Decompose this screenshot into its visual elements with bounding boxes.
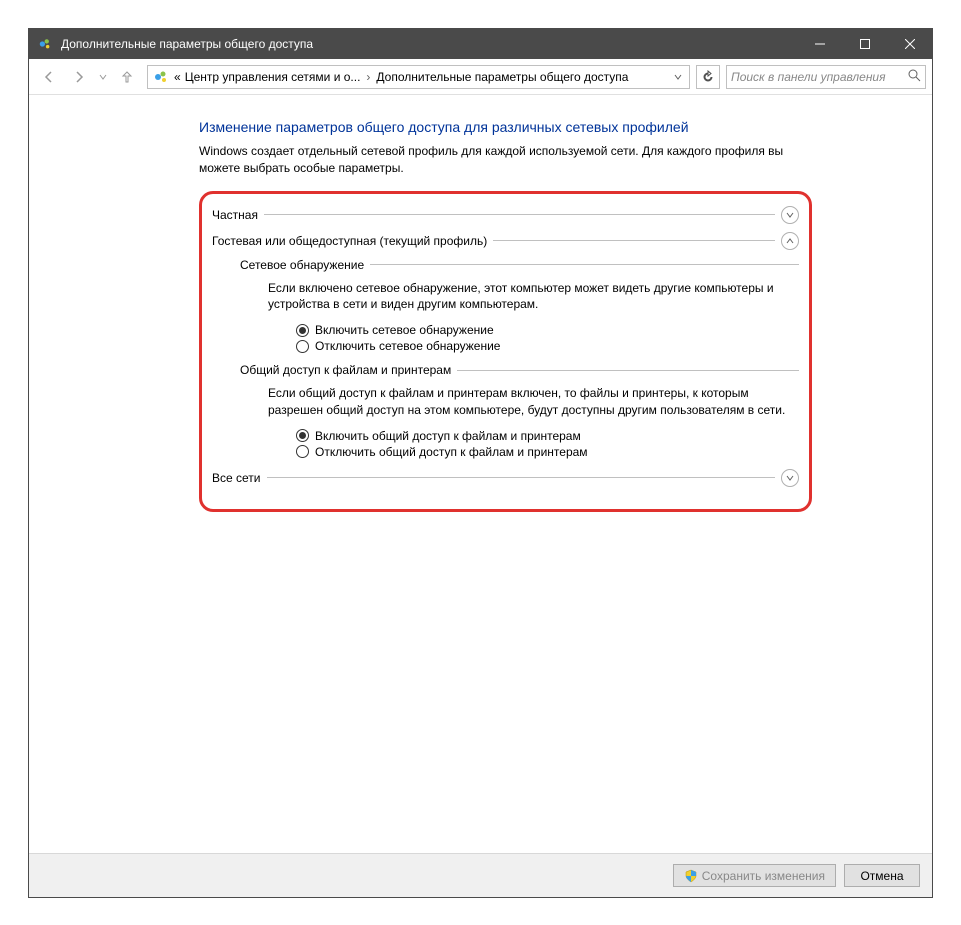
close-button[interactable] bbox=[887, 29, 932, 59]
expand-icon[interactable] bbox=[781, 469, 799, 487]
section-description: Если включено сетевое обнаружение, этот … bbox=[268, 280, 799, 314]
page-description: Windows создает отдельный сетевой профил… bbox=[199, 143, 812, 177]
section-description: Если общий доступ к файлам и принтерам в… bbox=[268, 385, 799, 419]
titlebar: Дополнительные параметры общего доступа bbox=[29, 29, 932, 59]
breadcrumb-item[interactable]: Дополнительные параметры общего доступа bbox=[374, 70, 630, 84]
radio-network-discovery-on[interactable]: Включить сетевое обнаружение bbox=[296, 323, 799, 337]
breadcrumb-item[interactable]: Центр управления сетями и о... bbox=[183, 70, 363, 84]
radio-label: Включить сетевое обнаружение bbox=[315, 323, 494, 337]
radio-icon bbox=[296, 324, 309, 337]
profile-private-label: Частная bbox=[212, 208, 264, 222]
up-button[interactable] bbox=[113, 63, 141, 91]
radio-file-sharing-off[interactable]: Отключить общий доступ к файлам и принте… bbox=[296, 445, 799, 459]
history-dropdown[interactable] bbox=[95, 63, 111, 91]
content-area: Изменение параметров общего доступа для … bbox=[29, 95, 932, 853]
collapse-icon[interactable] bbox=[781, 232, 799, 250]
refresh-button[interactable] bbox=[696, 65, 720, 89]
profile-private-header[interactable]: Частная bbox=[212, 206, 799, 224]
section-file-sharing: Общий доступ к файлам и принтерам Если о… bbox=[240, 363, 799, 459]
expand-icon[interactable] bbox=[781, 206, 799, 224]
profile-guest-label: Гостевая или общедоступная (текущий проф… bbox=[212, 234, 493, 248]
radio-icon bbox=[296, 340, 309, 353]
app-icon bbox=[37, 36, 53, 52]
window-frame: Дополнительные параметры общего доступа bbox=[28, 28, 933, 898]
cancel-button-label: Отмена bbox=[860, 869, 903, 883]
radio-label: Отключить общий доступ к файлам и принте… bbox=[315, 445, 588, 459]
profile-all-header[interactable]: Все сети bbox=[212, 469, 799, 487]
search-icon bbox=[908, 69, 921, 85]
navigation-bar: « Центр управления сетями и о... › Допол… bbox=[29, 59, 932, 95]
shield-icon bbox=[684, 869, 698, 883]
back-button[interactable] bbox=[35, 63, 63, 91]
highlighted-region: Частная Гостевая или общедоступная (теку… bbox=[199, 191, 812, 512]
save-button[interactable]: Сохранить изменения bbox=[673, 864, 836, 887]
maximize-button[interactable] bbox=[842, 29, 887, 59]
breadcrumb-prefix: « bbox=[172, 70, 183, 84]
cancel-button[interactable]: Отмена bbox=[844, 864, 920, 887]
section-title: Сетевое обнаружение bbox=[240, 258, 370, 272]
radio-file-sharing-on[interactable]: Включить общий доступ к файлам и принтер… bbox=[296, 429, 799, 443]
section-network-discovery: Сетевое обнаружение Если включено сетево… bbox=[240, 258, 799, 354]
radio-icon bbox=[296, 429, 309, 442]
radio-icon bbox=[296, 445, 309, 458]
page-heading: Изменение параметров общего доступа для … bbox=[199, 119, 932, 135]
minimize-button[interactable] bbox=[797, 29, 842, 59]
window-title: Дополнительные параметры общего доступа bbox=[61, 37, 797, 51]
profile-guest-header[interactable]: Гостевая или общедоступная (текущий проф… bbox=[212, 232, 799, 250]
address-bar[interactable]: « Центр управления сетями и о... › Допол… bbox=[147, 65, 690, 89]
search-placeholder: Поиск в панели управления bbox=[731, 70, 908, 84]
search-input[interactable]: Поиск в панели управления bbox=[726, 65, 926, 89]
address-dropdown[interactable] bbox=[669, 66, 687, 88]
section-title: Общий доступ к файлам и принтерам bbox=[240, 363, 457, 377]
footer-bar: Сохранить изменения Отмена bbox=[29, 853, 932, 897]
network-icon bbox=[152, 68, 170, 86]
breadcrumb-separator: › bbox=[362, 70, 374, 84]
radio-label: Отключить сетевое обнаружение bbox=[315, 339, 500, 353]
forward-button[interactable] bbox=[65, 63, 93, 91]
save-button-label: Сохранить изменения bbox=[702, 869, 825, 883]
radio-label: Включить общий доступ к файлам и принтер… bbox=[315, 429, 581, 443]
profile-all-label: Все сети bbox=[212, 471, 267, 485]
radio-network-discovery-off[interactable]: Отключить сетевое обнаружение bbox=[296, 339, 799, 353]
